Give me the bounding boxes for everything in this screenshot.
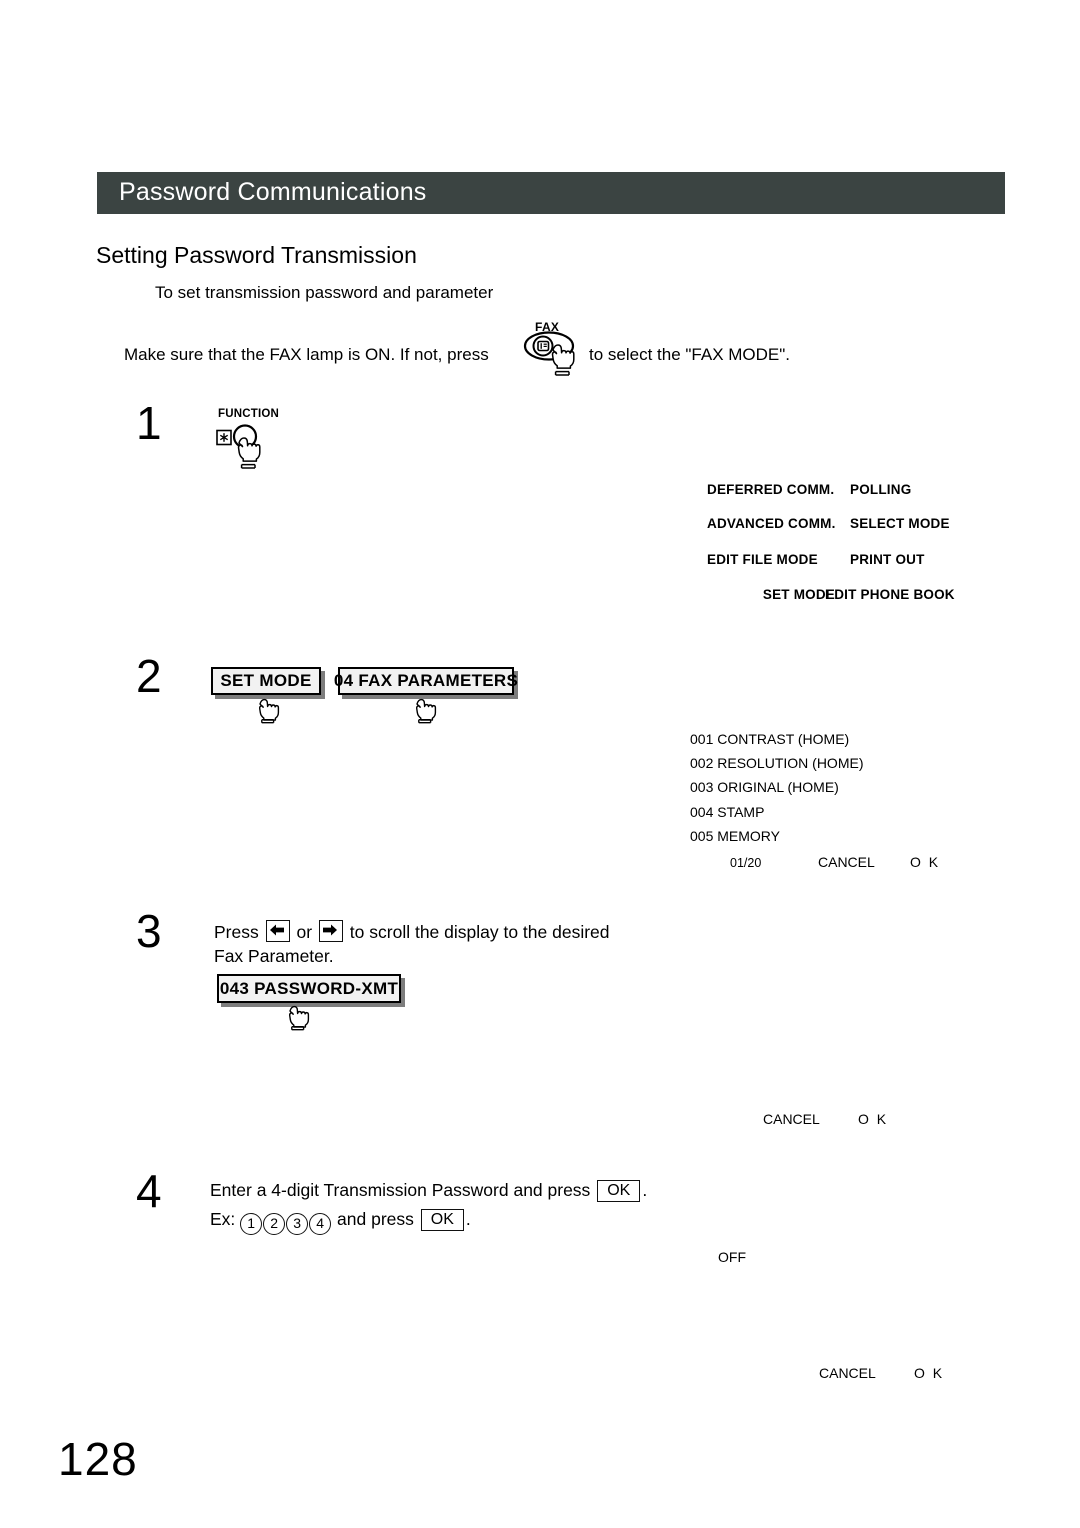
fax-key-label: FAX bbox=[535, 320, 560, 334]
lcd-main-menu: DEFERRED COMM. POLLING ADVANCED COMM. SE… bbox=[707, 482, 997, 607]
step-1-number: 1 bbox=[136, 397, 162, 449]
step-4-text-middle: and press bbox=[337, 1209, 414, 1229]
lcd-menu-row: SET MODE EDIT PHONE BOOK bbox=[707, 587, 997, 603]
lcd-menu-item-set-mode: SET MODE bbox=[762, 587, 835, 602]
lcd-menu-item-edit-phone-book: EDIT PHONE BOOK bbox=[825, 587, 955, 602]
pointing-hand-icon bbox=[415, 698, 437, 724]
lcd-fax-parameter-list: 001 CONTRAST (HOME) 002 RESOLUTION (HOME… bbox=[690, 727, 863, 848]
lcd-page-indicator: 01/20 bbox=[730, 856, 762, 870]
digit-key-2[interactable]: 2 bbox=[263, 1213, 286, 1235]
step-4-text-after: . bbox=[642, 1180, 648, 1200]
step-4-number: 4 bbox=[136, 1165, 162, 1217]
intro-text-after: to select the "FAX MODE". bbox=[589, 345, 791, 364]
document-page: Password Communications Setting Password… bbox=[0, 0, 1080, 1528]
digit-key-1[interactable]: 1 bbox=[240, 1213, 263, 1235]
fax-parameters-button[interactable]: 04 FAX PARAMETERS bbox=[334, 667, 518, 695]
step-3-text-after: to scroll the display to the desired bbox=[349, 922, 610, 942]
fax-mode-key-illustration: FAX bbox=[521, 320, 593, 380]
password-xmt-button[interactable]: 043 PASSWORD-XMT bbox=[217, 974, 401, 1003]
arrow-right-key-icon[interactable] bbox=[318, 920, 343, 942]
step-4-text-before: Enter a 4-digit Transmission Password an… bbox=[210, 1180, 591, 1200]
set-mode-button[interactable]: SET MODE bbox=[211, 667, 321, 695]
ok-key-icon[interactable]: OK bbox=[597, 1180, 641, 1202]
step-4-instruction-line-2: Ex: 1234 and press OK. bbox=[210, 1207, 471, 1235]
lcd-cancel-label[interactable]: CANCEL bbox=[818, 854, 875, 870]
function-key-label: FUNCTION bbox=[218, 408, 280, 420]
section-subtitle: To set transmission password and paramet… bbox=[155, 283, 494, 302]
asterisk-key-icon bbox=[216, 429, 232, 446]
section-header-band: Password Communications bbox=[97, 172, 1005, 214]
pointing-hand-icon bbox=[288, 1005, 310, 1031]
ok-key-icon[interactable]: OK bbox=[420, 1209, 464, 1231]
lcd-param-item: 003 ORIGINAL (HOME) bbox=[690, 779, 839, 796]
step-3-instruction-line-2: Fax Parameter. bbox=[214, 946, 334, 966]
lcd-ok-label[interactable]: O K bbox=[914, 1365, 944, 1381]
digit-key-3[interactable]: 3 bbox=[286, 1213, 309, 1235]
page-title: Password Communications bbox=[119, 177, 427, 206]
lcd-menu-row: DEFERRED COMM. POLLING bbox=[707, 482, 997, 498]
pointing-hand-icon bbox=[258, 698, 280, 724]
lcd-password-off-value: OFF bbox=[718, 1249, 746, 1265]
step-3-number: 3 bbox=[136, 905, 162, 957]
lcd-param-item: 001 CONTRAST (HOME) bbox=[690, 731, 850, 747]
lcd-menu-item-print-out: PRINT OUT bbox=[850, 552, 925, 567]
lcd-menu-row: EDIT FILE MODE PRINT OUT bbox=[707, 552, 997, 568]
lcd-ok-label[interactable]: O K bbox=[858, 1111, 888, 1127]
lcd-menu-item-edit-file-mode: EDIT FILE MODE bbox=[707, 552, 818, 567]
intro-text-before: Make sure that the FAX lamp is ON. If no… bbox=[124, 345, 489, 364]
lcd-menu-row: ADVANCED COMM. SELECT MODE bbox=[707, 516, 997, 532]
lcd-cancel-label[interactable]: CANCEL bbox=[763, 1111, 820, 1127]
step-3-text-middle: or bbox=[296, 922, 313, 942]
lcd-param-item: 002 RESOLUTION (HOME) bbox=[690, 755, 864, 772]
step-3-text-before: Press bbox=[214, 922, 259, 942]
lcd-menu-item-select-mode: SELECT MODE bbox=[850, 516, 950, 531]
step-4-instruction-line-1: Enter a 4-digit Transmission Password an… bbox=[210, 1178, 647, 1203]
step-3-instruction-line-1: Press or to scroll the display to the de… bbox=[214, 920, 610, 945]
step-2-number: 2 bbox=[136, 650, 162, 702]
digit-key-4[interactable]: 4 bbox=[309, 1213, 332, 1235]
section-heading: Setting Password Transmission bbox=[96, 242, 417, 268]
lcd-cancel-label[interactable]: CANCEL bbox=[819, 1365, 876, 1381]
step-4-example-label: Ex: bbox=[210, 1209, 236, 1229]
lcd-menu-item-advanced-comm: ADVANCED COMM. bbox=[707, 516, 836, 531]
step-4-text-after: . bbox=[465, 1209, 471, 1229]
lcd-ok-label[interactable]: O K bbox=[910, 854, 940, 870]
lcd-param-item: 005 MEMORY bbox=[690, 827, 780, 844]
page-number: 128 bbox=[58, 1433, 138, 1485]
function-key-illustration bbox=[213, 420, 283, 475]
lcd-param-status-bar: 01/20 CANCEL O K bbox=[730, 854, 960, 874]
lcd-param-item: 004 STAMP bbox=[690, 803, 765, 820]
lcd-menu-item-deferred-comm: DEFERRED COMM. bbox=[707, 482, 835, 497]
lcd-menu-item-polling: POLLING bbox=[850, 482, 912, 497]
arrow-left-key-icon[interactable] bbox=[265, 920, 290, 942]
